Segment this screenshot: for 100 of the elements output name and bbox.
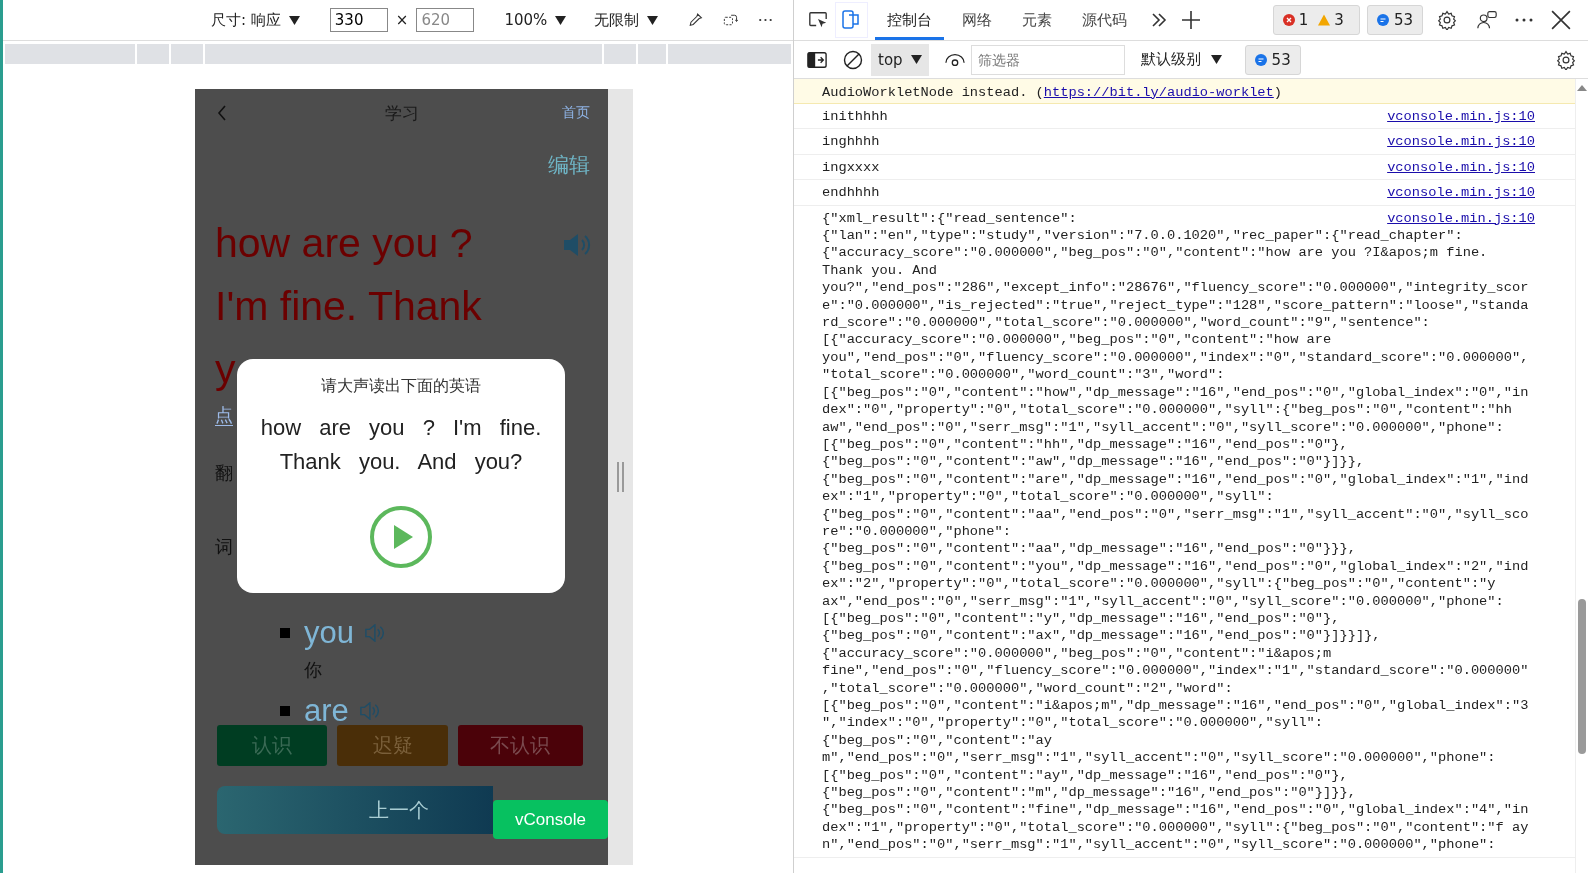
log-text: e":"0.000000","is_rejected":"true","reject_type":"128","score_pattern":"loose","standa [822,296,1529,315]
log-text: {"accuracy_score":"0.000000","beg_pos":"0","content":"how are you ?I&apos;m fine. [822,244,1488,262]
bullet-icon [280,628,290,638]
caret-icon [555,15,567,25]
warning-message: AudioWorkletNode instead. (https://bit.ly/audio-worklet) [822,83,1282,101]
log-text: ","index":"0","property":"0","total_score":"0.000000","syll": [822,714,1324,732]
sidebar-icon[interactable] [807,49,827,70]
log-text: {"xml_result":{"read_sentence": [822,209,1077,228]
log-text: {"accuracy_score":"0.000000","beg_pos":"0","content":"i&apos;m [822,644,1332,663]
log-text: Thank you. And [822,261,937,280]
log-text: ex":"1","property":"0","total_score":"0.000000","syll": [822,488,1274,506]
log-text: you","end_pos":"0","fluency_score":"0.000000","index":"0","standard_score":"0.000000", [822,348,1529,367]
size-dropdown[interactable]: 尺寸: 响应 [211,10,300,30]
log-text: [{"beg_pos":"0","content":"hh","dp_message":"16","end_pos":"0"}, [822,435,1348,454]
play-link[interactable]: 点 [215,405,233,426]
sentence-text: y [215,345,236,394]
caret-icon [910,55,922,64]
log-text: endhhhh [822,184,880,202]
dialog-title: 请大声读出下面的英语 [321,376,481,396]
zoom-dropdown[interactable]: 100% [504,11,567,29]
log-text: ,"total_score":"0.000000","word_count":"2","word": [822,679,1233,697]
log-text: {"beg_pos":"0","content":"aa","dp_message":"16","end_pos":"0"}}}, [822,540,1356,558]
bullet-icon [280,706,290,716]
word-meaning: 你 [303,659,323,682]
width-input[interactable]: 330 [329,8,388,32]
log-text: aw","end_pos":"0","serr_msg":"1","syll_accent":"0","syll_score":"0.000000","phone": [822,418,1504,436]
home-link[interactable]: 首页 [562,104,590,122]
previous-button[interactable]: 上一个 [217,786,493,834]
clear-icon[interactable] [843,49,863,70]
log-text: [{"beg_pos":"0","content":"ay","dp_message":"16","end_pos":"0"}, [822,766,1348,785]
message-icon [1376,14,1389,26]
log-text: dex":"1","property":"0","total_score":"0.000000","syll":{"beg_pos":"0","content":"f ay [822,818,1529,837]
message-icon [1254,53,1267,66]
log-text: {"beg_pos":"0","content":"ay [822,731,1052,750]
devtools-tab[interactable]: 网络 [949,0,1004,40]
customize-icon[interactable] [1477,10,1497,30]
log-text: {"beg_pos":"0","content":"m","dp_message":"16","end_pos":"0"}]}}, [822,784,1356,802]
close-icon[interactable] [1551,10,1571,30]
vocabulary-label: 词 [214,536,234,559]
devtools-tab[interactable]: 控制台 [874,0,944,40]
log-text: ax","end_pos":"0","serr_msg":"1","syll_accent":"0","syll_score":"0.000000","phone": [822,592,1504,610]
word-text: are [304,693,349,725]
edit-link[interactable]: 编辑 [548,151,590,212]
log-text: {"beg_pos":"0","content":"you","dp_message":"16","end_pos":"0","global_index":"2","ind [822,557,1529,576]
scrollbar-thumb[interactable] [1578,599,1586,754]
error-icon [1282,14,1295,26]
log-text: {"beg_pos":"0","content":"aw","dp_message":"16","end_pos":"0"}]}}, [822,453,1365,471]
inspect-icon[interactable] [808,10,828,30]
log-text: [{"beg_pos":"0","content":"how","dp_message":"16","end_pos":"0","global_index":"0","in [822,383,1529,402]
scrollbar[interactable] [1575,79,1588,873]
log-text: {"beg_pos":"0","content":"aa","end_pos":"0","serr_msg":"1","syll_accent":"0","syll_sco [822,505,1529,523]
more-tabs-icon[interactable] [1150,13,1167,27]
log-text: ex":"2","property":"0","total_score":"0.000000","syll":{"beg_pos":"0","content":"y [822,575,1496,593]
caret-icon [647,15,659,25]
log-text: {"beg_pos":"0","content":"are","dp_message":"16","end_pos":"0","global_index":"1","ind [822,470,1529,489]
log-text: n","end_pos":"0","serr_msg":"1","syll_accent":"0","syll_score":"0.000000","phone": [822,836,1496,854]
caret-icon [1210,55,1222,64]
url-link[interactable]: https://bit.ly/audio-worklet [1043,84,1274,100]
source-link[interactable]: vconsole.min.js:10 [1387,209,1535,228]
log-level-dropdown[interactable]: 默认级别 [1140,50,1222,69]
log-text: {"beg_pos":"0","content":"ax","dp_message":"16","end_pos":"0"}]}}]}, [822,627,1381,645]
issues-counter[interactable]: 1 3 [1272,5,1360,35]
log-text: inithhhh [822,108,888,126]
context-dropdown[interactable]: top [871,43,929,76]
source-link[interactable]: vconsole.min.js:10 [1387,158,1535,177]
settings-icon[interactable] [1437,10,1457,30]
settings-icon[interactable] [1556,49,1576,70]
throttle-dropdown[interactable]: 无限制 [594,10,659,30]
times-sign: × [395,11,409,29]
log-text: [{"beg_pos":"0","content":"y","dp_message":"16","end_pos":"0"}, [822,609,1340,628]
word-text: you [304,615,354,651]
sentence-text: how are you ? [215,219,473,268]
log-text: {"lan":"en","type":"study","version":"7.0.0.1020","rec_paper":{"read_chapter": [822,227,1463,245]
log-text: dex":"0","property":"0","total_score":"0.000000","syll":{"beg_pos":"0","content":"hh [822,401,1512,419]
log-text: [{"accuracy_score":"0.000000","beg_pos":"0","content":"how are [822,331,1332,349]
messages-counter[interactable]: 53 [1366,5,1423,35]
translation-label: 翻 [214,462,234,485]
plus-icon[interactable] [1180,10,1201,30]
source-link[interactable]: vconsole.min.js:10 [1387,108,1535,126]
dialog-text: how are you ? I'm fine. Thank you. And you? [259,414,543,476]
device-icon [841,9,862,31]
log-text: [{"beg_pos":"0","content":"i&apos;m","dp_message":"16","end_pos":"0","global_index":"3 [822,697,1529,715]
resize-handle[interactable] [608,89,633,865]
log-text: fine","end_pos":"0","fluency_score":"0.000000","index":"1","standard_score":"0.000000" [822,662,1529,680]
log-text: "total_score":"0.000000","word_count":"3","word": [822,366,1225,384]
devtools-tab[interactable]: 源代码 [1069,0,1139,40]
log-text: re":"0.000000","phone": [822,522,1011,541]
log-text: rd_score":"0.000000","total_score":"0.000000","word_count":"9","sentence": [822,314,1430,332]
arrow-up-icon[interactable] [1577,85,1587,91]
caret-icon [288,15,300,25]
source-link[interactable]: vconsole.min.js:10 [1387,184,1535,202]
log-text: m","end_pos":"0","serr_msg":"1","syll_accent":"0","syll_score":"0.000000","phone": [822,749,1496,767]
log-text: you?","end_pos":"286","except_info":"28676","fluency_score":"0.000000","integrity_scor [822,279,1529,297]
source-link[interactable]: vconsole.min.js:10 [1387,133,1535,151]
filter-input[interactable]: 筛选器 [970,44,1125,75]
log-text: {"beg_pos":"0","content":"fine","dp_message":"16","end_pos":"0","global_index":"4","in [822,801,1529,819]
log-text: ingxxxx [822,158,880,177]
messages-counter[interactable]: 53 [1244,44,1301,75]
devtools-tab[interactable]: 元素 [1009,0,1064,40]
height-input[interactable]: 620 [416,8,475,32]
